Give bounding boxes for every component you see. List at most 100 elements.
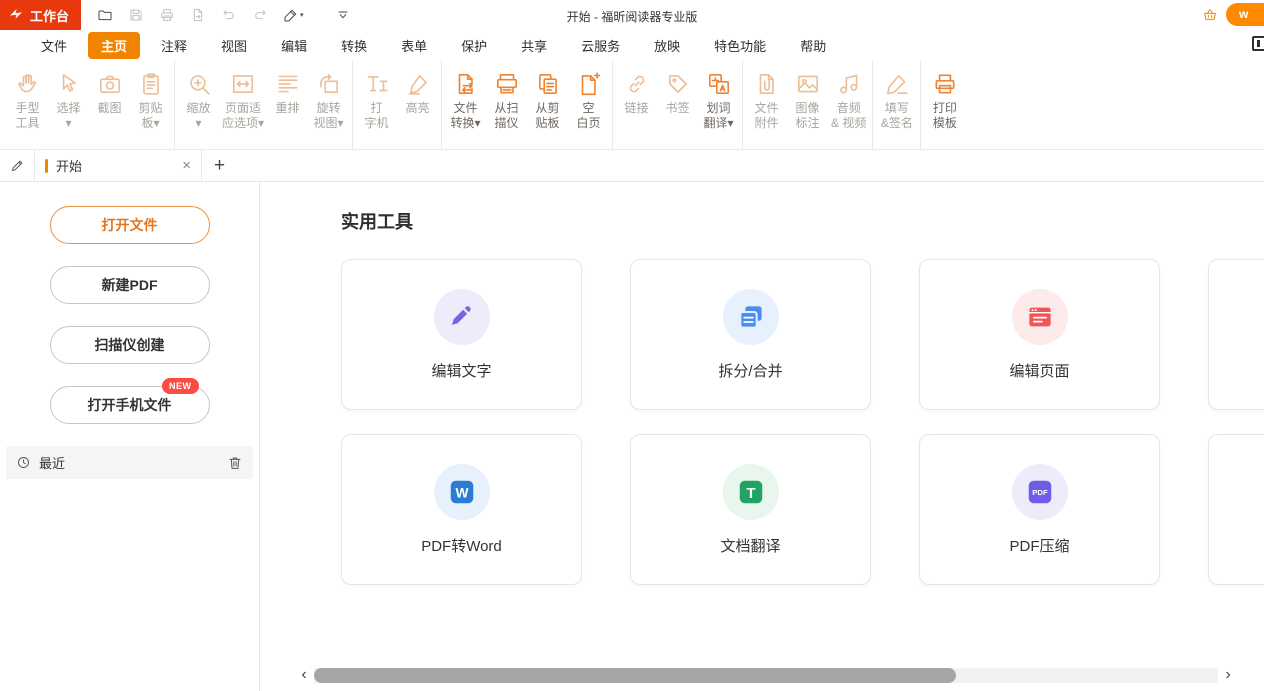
foxit-logo-icon [8, 7, 24, 23]
ribbon-item-print-template[interactable]: 打印 模板 [924, 70, 965, 149]
pdf-to-word-icon [434, 464, 490, 520]
tool-card-partial[interactable] [1208, 259, 1264, 410]
menu-item-features[interactable]: 特色功能 [701, 32, 779, 59]
ribbon-item-select[interactable]: 选择 ▾ [48, 70, 89, 149]
card-doc-translate[interactable]: 文档翻译 [630, 434, 871, 585]
page-fit-icon [230, 70, 256, 98]
blank-page-icon [576, 70, 602, 98]
scrollbar-thumb[interactable] [314, 668, 956, 683]
ribbon-item-reflow[interactable]: 重排 [267, 70, 308, 149]
menu-item-convert[interactable]: 转换 [328, 32, 380, 59]
scroll-left-icon[interactable]: ‹ [296, 667, 312, 683]
ribbon-group-create: 文件 转换▾ 从扫 描仪 从剪 贴板 空 白页 [441, 60, 612, 149]
edit-text-icon [434, 289, 490, 345]
ribbon-item-file-convert[interactable]: 文件 转换▾ [445, 70, 486, 149]
edit-page-icon [1012, 289, 1068, 345]
pen-tools-icon[interactable]: ▾ [283, 7, 304, 23]
ribbon-item-audio-video[interactable]: 音频 & 视频 [828, 70, 869, 149]
trash-icon[interactable] [227, 455, 243, 471]
ribbon-item-file-attach[interactable]: 文件 附件 [746, 70, 787, 149]
sidebar: 打开文件 新建PDF 扫描仪创建 打开手机文件 NEW 最近 [0, 182, 260, 691]
side-panel-icon[interactable] [1252, 36, 1264, 51]
ribbon-item-page-fit[interactable]: 页面适 应选项▾ [219, 70, 267, 149]
ribbon-toolbar: 手型 工具 选择 ▾ 截图 剪贴 板▾ 缩放 ▾ 页面适 应选项▾ 重排 旋转 … [0, 60, 1264, 150]
workspace-button[interactable]: 工作台 [0, 0, 81, 30]
menu-item-home[interactable]: 主页 [88, 32, 140, 59]
menu-item-help[interactable]: 帮助 [787, 32, 839, 59]
open-file-icon[interactable] [97, 7, 113, 23]
export-icon[interactable] [190, 7, 206, 23]
scanner-create-button[interactable]: 扫描仪创建 [50, 326, 210, 364]
ribbon-item-blank-page[interactable]: 空 白页 [568, 70, 609, 149]
tab-start[interactable]: 开始 × [34, 150, 202, 181]
ribbon-item-rotate-view[interactable]: 旋转 视图▾ [308, 70, 349, 149]
basket-icon[interactable] [1202, 7, 1218, 23]
word-translate-icon [706, 70, 732, 98]
menu-item-cloud[interactable]: 云服务 [568, 32, 633, 59]
split-merge-icon [723, 289, 779, 345]
card-split-merge[interactable]: 拆分/合并 [630, 259, 871, 410]
ribbon-item-image-annotation[interactable]: 图像 标注 [787, 70, 828, 149]
scroll-right-icon[interactable]: › [1220, 667, 1236, 683]
snapshot-icon [97, 70, 123, 98]
ribbon-item-word-translate[interactable]: 划词 翻译▾ [698, 70, 739, 149]
open-file-button[interactable]: 打开文件 [50, 206, 210, 244]
ribbon-item-from-scanner[interactable]: 从扫 描仪 [486, 70, 527, 149]
ribbon-item-highlight[interactable]: 高亮 [397, 70, 438, 149]
bookmark-icon [665, 70, 691, 98]
clock-icon [16, 455, 31, 470]
tool-card-partial[interactable] [1208, 434, 1264, 585]
menu-item-edit[interactable]: 编辑 [268, 32, 320, 59]
open-mobile-files-button[interactable]: 打开手机文件 NEW [50, 386, 210, 424]
menu-item-protect[interactable]: 保护 [448, 32, 500, 59]
card-pdf-to-word[interactable]: PDF转Word [341, 434, 582, 585]
card-edit-page[interactable]: 编辑页面 [919, 259, 1160, 410]
cards-row-2: PDF转Word 文档翻译 PDF压缩 [341, 434, 1264, 585]
ribbon-item-fill-sign[interactable]: 填写 &签名 [876, 70, 917, 149]
image-annotation-icon [795, 70, 821, 98]
pencil-icon[interactable] [0, 158, 34, 173]
clipboard-icon [138, 70, 164, 98]
ribbon-item-clipboard[interactable]: 剪贴 板▾ [130, 70, 171, 149]
ribbon-item-snapshot[interactable]: 截图 [89, 70, 130, 149]
ribbon-item-bookmark[interactable]: 书签 [657, 70, 698, 149]
hand-icon [15, 70, 41, 98]
ribbon-item-typewriter[interactable]: 打 字机 [356, 70, 397, 149]
ribbon-item-hand-tool[interactable]: 手型 工具 [7, 70, 48, 149]
ribbon-item-from-clipboard[interactable]: 从剪 贴板 [527, 70, 568, 149]
tab-close-icon[interactable]: × [182, 158, 191, 173]
save-icon[interactable] [128, 7, 144, 23]
menu-item-file[interactable]: 文件 [28, 32, 80, 59]
menu-item-slideshow[interactable]: 放映 [641, 32, 693, 59]
menu-item-view[interactable]: 视图 [208, 32, 260, 59]
file-convert-icon [453, 70, 479, 98]
workspace-label: 工作台 [30, 6, 69, 25]
ribbon-group-media: 文件 附件 图像 标注 音频 & 视频 [742, 60, 872, 149]
card-edit-text[interactable]: 编辑文字 [341, 259, 582, 410]
menu-item-comment[interactable]: 注释 [148, 32, 200, 59]
scrollbar-track[interactable] [314, 668, 1218, 683]
rotate-view-icon [316, 70, 342, 98]
menu-item-form[interactable]: 表单 [388, 32, 440, 59]
ribbon-group-insert: 链接 书签 划词 翻译▾ [612, 60, 742, 149]
open-mobile-files-label: 打开手机文件 [88, 397, 172, 413]
print-icon[interactable] [159, 7, 175, 23]
ribbon-group-sign: 填写 &签名 [872, 60, 920, 149]
content-area: 打开文件 新建PDF 扫描仪创建 打开手机文件 NEW 最近 实用工具 编辑文字… [0, 182, 1264, 691]
active-tab-indicator [45, 159, 48, 173]
caret-down-icon: ▾ [300, 11, 304, 19]
cards-row-1: 编辑文字 拆分/合并 编辑页面 [341, 259, 1264, 410]
upgrade-button[interactable]: w [1226, 3, 1264, 26]
ribbon-item-link[interactable]: 链接 [616, 70, 657, 149]
ribbon-group-print: 打印 模板 [920, 60, 968, 149]
customize-toolbar-icon[interactable] [335, 7, 351, 23]
new-tab-button[interactable]: + [214, 156, 225, 175]
menu-item-share[interactable]: 共享 [508, 32, 560, 59]
new-pdf-button[interactable]: 新建PDF [50, 266, 210, 304]
card-pdf-compress[interactable]: PDF压缩 [919, 434, 1160, 585]
redo-icon[interactable] [252, 7, 268, 23]
ribbon-group-tools: 手型 工具 选择 ▾ 截图 剪贴 板▾ [4, 60, 174, 149]
ribbon-item-zoom[interactable]: 缩放 ▾ [178, 70, 219, 149]
undo-icon[interactable] [221, 7, 237, 23]
recent-section[interactable]: 最近 [6, 446, 253, 479]
